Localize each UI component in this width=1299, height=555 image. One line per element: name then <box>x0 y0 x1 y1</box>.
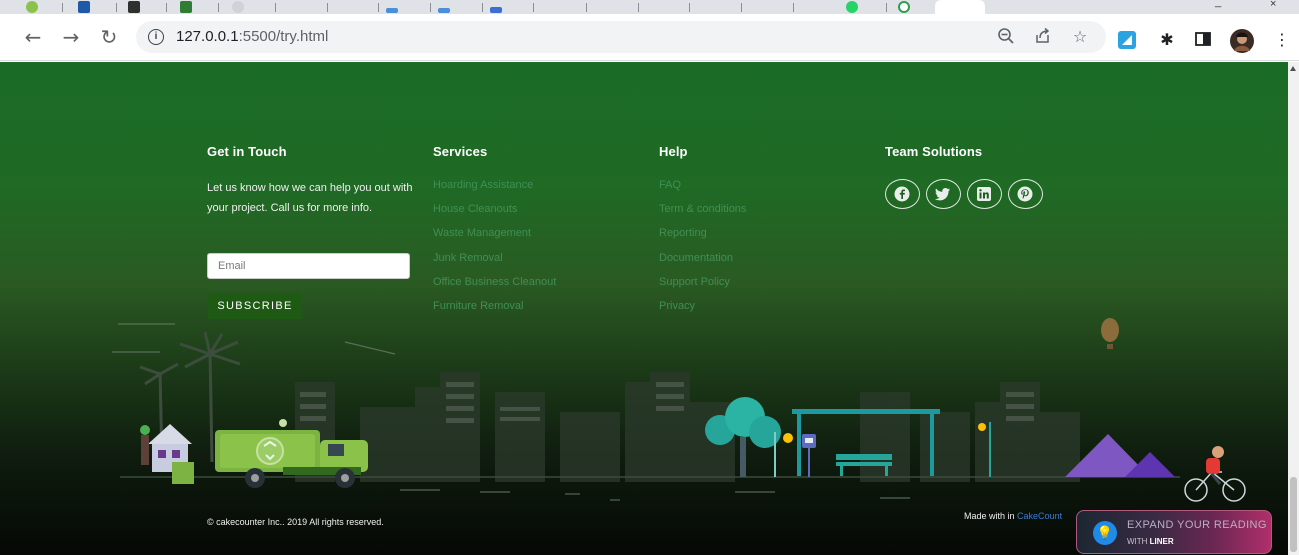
tab-separator <box>482 3 483 12</box>
tab-separator <box>116 3 117 12</box>
city-skyline-illustration <box>112 318 1246 502</box>
minimize-icon[interactable]: _ <box>1215 0 1221 8</box>
tab-separator <box>586 3 587 12</box>
team-solutions-heading: Team Solutions <box>885 144 983 159</box>
tab-favicon-icon[interactable] <box>490 7 502 13</box>
tab-separator <box>327 3 328 12</box>
tab-separator <box>638 3 639 12</box>
tab-favicon-icon[interactable] <box>438 8 450 13</box>
lightbulb-icon: 💡 <box>1093 521 1117 545</box>
page-scrollbar[interactable] <box>1288 62 1299 555</box>
browser-toolbar: ← → ↻ i 127.0.0.1:5500/try.html ☆ ✱ ⋮ <box>0 14 1299 61</box>
made-with-text: Made with in CakeCount <box>964 511 1062 521</box>
tab-separator <box>430 3 431 12</box>
tab-favicon-icon[interactable] <box>78 1 90 13</box>
team-solutions-column: Team Solutions <box>885 144 982 178</box>
services-link[interactable]: Junk Removal <box>433 251 556 275</box>
back-arrow-icon[interactable]: ← <box>20 24 46 50</box>
tab-favicon-icon[interactable] <box>128 1 140 13</box>
menu-kebab-icon[interactable]: ⋮ <box>1272 30 1292 50</box>
liner-headline: EXPAND YOUR READING <box>1127 519 1267 531</box>
tab-favicon-icon[interactable] <box>898 1 910 13</box>
services-heading: Services <box>433 144 488 159</box>
liner-brand: LINER <box>1149 537 1174 546</box>
liner-widget[interactable]: 💡 EXPAND YOUR READING WITH LINER <box>1076 510 1272 554</box>
extension-liner-icon[interactable] <box>1117 30 1137 50</box>
bookmark-star-icon[interactable]: ☆ <box>1070 27 1090 47</box>
tab-favicon-icon[interactable] <box>232 1 244 13</box>
services-list: Hoarding Assistance House Cleanouts Wast… <box>433 178 556 323</box>
help-link[interactable]: Term & conditions <box>659 202 746 226</box>
tab-separator <box>533 3 534 12</box>
email-input[interactable] <box>207 253 410 279</box>
tab-separator <box>275 3 276 12</box>
services-link[interactable]: Hoarding Assistance <box>433 178 556 202</box>
help-link[interactable]: Support Policy <box>659 275 746 299</box>
help-link[interactable]: Documentation <box>659 251 746 275</box>
services-link[interactable]: House Cleanouts <box>433 202 556 226</box>
help-link[interactable]: Reporting <box>659 226 746 250</box>
tab-separator <box>689 3 690 12</box>
restore-icon[interactable]: × <box>1270 0 1276 10</box>
help-column: Help FAQ Term & conditions Reporting Doc… <box>659 144 746 323</box>
services-link[interactable]: Office Business Cleanout <box>433 275 556 299</box>
tab-separator <box>741 3 742 12</box>
twitter-icon[interactable] <box>926 179 961 209</box>
services-column: Services Hoarding Assistance House Clean… <box>433 144 556 323</box>
reload-icon[interactable]: ↻ <box>96 24 122 50</box>
scroll-up-arrow-icon[interactable] <box>1290 66 1296 71</box>
get-in-touch-text: Let us know how we can help you out with… <box>207 182 413 214</box>
site-info-icon[interactable]: i <box>148 29 164 45</box>
forward-arrow-icon[interactable]: → <box>58 24 84 50</box>
tab-separator <box>218 3 219 12</box>
address-bar[interactable]: i 127.0.0.1:5500/try.html ☆ <box>136 21 1106 53</box>
extensions-puzzle-icon[interactable]: ✱ <box>1157 30 1177 50</box>
tab-separator <box>886 3 887 12</box>
get-in-touch-column: Get in Touch Let us know how we can help… <box>207 144 422 218</box>
url-host: 127.0.0.1 <box>176 28 239 45</box>
services-link[interactable]: Waste Management <box>433 226 556 250</box>
tab-separator <box>793 3 794 12</box>
pinterest-icon[interactable] <box>1008 179 1043 209</box>
tab-separator <box>62 3 63 12</box>
help-list: FAQ Term & conditions Reporting Document… <box>659 178 746 323</box>
active-tab[interactable] <box>935 0 985 14</box>
share-icon[interactable] <box>1033 27 1053 47</box>
liner-subline: WITH LINER <box>1127 537 1174 546</box>
tab-separator <box>166 3 167 12</box>
url-path: :5500/try.html <box>238 28 329 45</box>
linkedin-icon[interactable] <box>967 179 1002 209</box>
made-with-label: Made with in <box>964 511 1015 521</box>
tab-separator <box>378 3 379 12</box>
zoom-icon[interactable] <box>996 27 1016 47</box>
profile-avatar-icon[interactable] <box>1229 28 1255 54</box>
get-in-touch-heading: Get in Touch <box>207 144 287 159</box>
side-panel-icon[interactable] <box>1193 30 1213 50</box>
tab-favicon-icon[interactable] <box>846 1 858 13</box>
tab-favicon-icon[interactable] <box>386 8 398 13</box>
browser-tab-strip: _ × <box>0 0 1299 14</box>
made-with-brand-link[interactable]: CakeCount <box>1017 511 1062 521</box>
tab-favicon-icon[interactable] <box>26 1 38 13</box>
tab-favicon-icon[interactable] <box>180 1 192 13</box>
help-link[interactable]: FAQ <box>659 178 746 202</box>
liner-subline-prefix: WITH <box>1127 537 1148 546</box>
facebook-icon[interactable] <box>885 179 920 209</box>
footer-section: Get in Touch Let us know how we can help… <box>0 62 1288 555</box>
url-text[interactable]: 127.0.0.1:5500/try.html <box>176 28 328 45</box>
scrollbar-thumb[interactable] <box>1290 477 1297 552</box>
copyright-text: © cakecounter Inc.. 2019 All rights rese… <box>207 517 384 527</box>
help-heading: Help <box>659 144 688 159</box>
